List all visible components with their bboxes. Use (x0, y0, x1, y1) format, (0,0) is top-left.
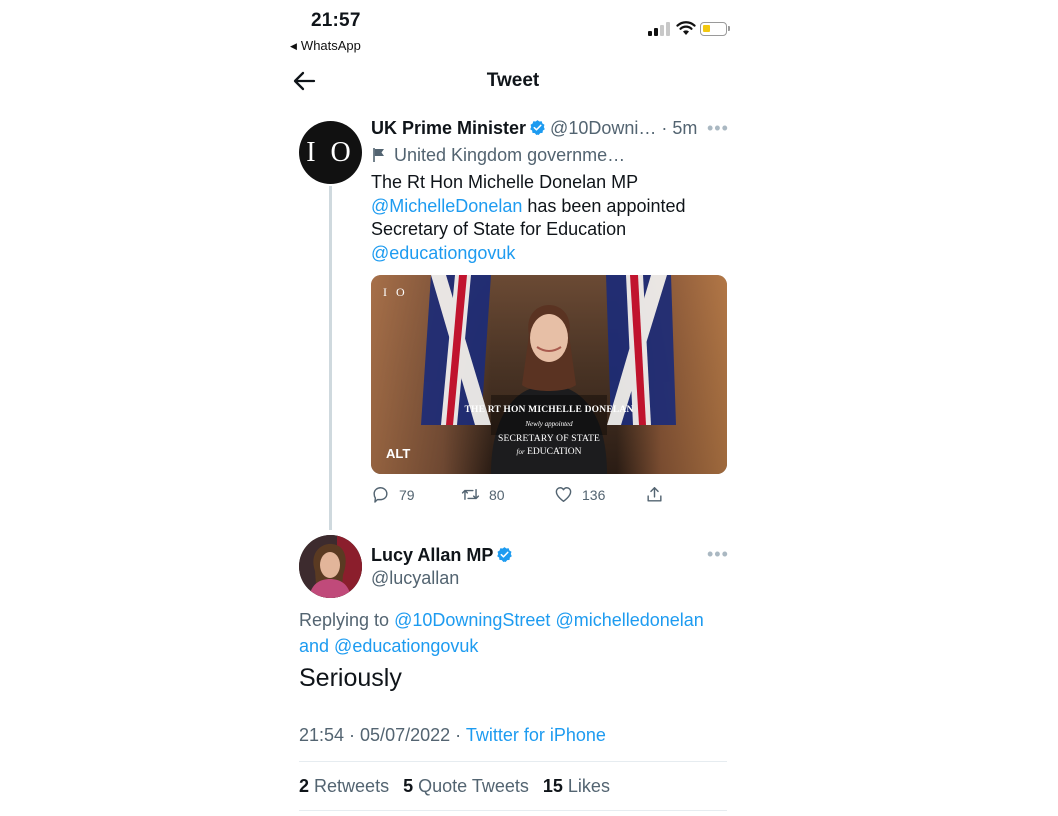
reply-author-name: Lucy Allan MP (371, 545, 517, 566)
quotes-label: Quote Tweets (418, 776, 529, 796)
retweets-stat[interactable]: 2 Retweets (299, 776, 389, 796)
government-label-text: United Kingdom governme… (394, 145, 626, 165)
like-count: 136 (582, 486, 606, 503)
mention-link[interactable]: @educationgovuk (334, 636, 478, 656)
divider (299, 761, 727, 762)
author-name[interactable]: UK Prime Minister (371, 118, 526, 138)
replying-to: Replying to @10DowningStreet @michelledo… (299, 607, 739, 659)
more-options-icon[interactable]: ••• (707, 544, 729, 565)
media-caption-name: THE RT HON MICHELLE DONELAN (464, 405, 634, 415)
share-button[interactable] (645, 485, 664, 504)
tweet-meta: 21:54 · 05/07/2022 · Twitter for iPhone (299, 725, 606, 746)
reply-count: 79 (399, 486, 415, 503)
battery-icon (700, 22, 730, 36)
back-to-app-link[interactable]: ◀ WhatsApp (290, 38, 361, 53)
author-handle[interactable]: @10Downi… (550, 118, 656, 138)
back-triangle-icon: ◀ (290, 41, 297, 51)
media-caption-for: for (516, 448, 525, 456)
likes-stat[interactable]: 15 Likes (543, 776, 610, 796)
mention-link[interactable]: @MichelleDonelan (371, 196, 522, 216)
signal-icon (648, 20, 672, 36)
media-caption-subtitle: Newly appointed (525, 420, 573, 428)
tweet-header: UK Prime Minister @10Downi… · 5m (371, 118, 697, 139)
tweet-text: The Rt Hon Michelle Donelan MP @Michelle… (371, 171, 731, 265)
tweet-actions: 79 80 136 (371, 485, 691, 505)
time-separator: · (656, 118, 673, 138)
verified-badge-icon (497, 547, 513, 562)
reply-author-handle[interactable]: @lucyallan (371, 568, 459, 589)
tweet-media-image[interactable]: I O THE RT HON MICHELLE DONELAN Newly ap… (371, 275, 727, 474)
tweet-text-fragment: has been appointed (522, 195, 686, 216)
reply-button[interactable]: 79 (371, 485, 415, 504)
tweet-timestamp[interactable]: 21:54 · 05/07/2022 · (299, 725, 466, 745)
tweet-time[interactable]: 5m (672, 118, 697, 138)
tweet-source-link[interactable]: Twitter for iPhone (466, 725, 606, 745)
wifi-icon (676, 21, 696, 35)
mention-link[interactable]: @10DowningStreet (394, 610, 550, 630)
avatar[interactable] (299, 535, 362, 598)
retweet-icon (461, 489, 480, 500)
reply-body: Seriously (299, 664, 402, 692)
replying-and: and (299, 636, 335, 656)
mention-link[interactable]: @educationgovuk (371, 243, 515, 263)
mention-link[interactable]: @michelledonelan (555, 610, 703, 630)
verified-badge-icon (530, 120, 545, 135)
likes-label: Likes (567, 776, 610, 796)
back-app-label: WhatsApp (300, 38, 361, 53)
engagement-stats: 2 Retweets 5 Quote Tweets 15 Likes (299, 776, 619, 797)
thread-connector-line (329, 186, 332, 530)
share-icon (647, 487, 662, 502)
media-caption-role: SECRETARY OF STATE (497, 434, 601, 444)
media-caption-education: EDUCATION (527, 447, 582, 457)
tweet-text-line: Secretary of State for Education (371, 219, 627, 239)
status-time: 21:57 (311, 10, 361, 31)
quotes-count: 5 (403, 776, 414, 796)
retweets-count: 2 (299, 776, 310, 796)
replying-prefix: Replying to (299, 610, 395, 630)
avatar[interactable]: I O (299, 121, 362, 184)
page-title: Tweet (486, 70, 540, 91)
likes-count: 15 (542, 776, 563, 796)
media-caption-department: for EDUCATION (371, 447, 727, 457)
reply-icon (373, 487, 388, 503)
retweets-label: Retweets (314, 776, 390, 796)
government-label: United Kingdom governme… (371, 145, 625, 166)
media-logo: I O (383, 285, 408, 299)
retweet-count: 80 (489, 486, 505, 503)
avatar-logo-text: I O (306, 136, 355, 168)
photo-illustration (421, 275, 676, 474)
tweet-text-line: The Rt Hon Michelle Donelan MP (371, 172, 639, 192)
avatar-photo (299, 535, 362, 598)
alt-text-badge[interactable]: ALT (386, 446, 410, 461)
divider (299, 810, 727, 811)
reply-author-name-text[interactable]: Lucy Allan MP (371, 545, 493, 565)
heart-icon (555, 487, 572, 502)
flag-icon (373, 148, 384, 162)
retweet-button[interactable]: 80 (461, 485, 505, 504)
quote-tweets-stat[interactable]: 5 Quote Tweets (403, 776, 529, 796)
like-button[interactable]: 136 (554, 485, 605, 504)
status-icons (648, 20, 733, 40)
more-options-icon[interactable]: ••• (707, 118, 729, 139)
